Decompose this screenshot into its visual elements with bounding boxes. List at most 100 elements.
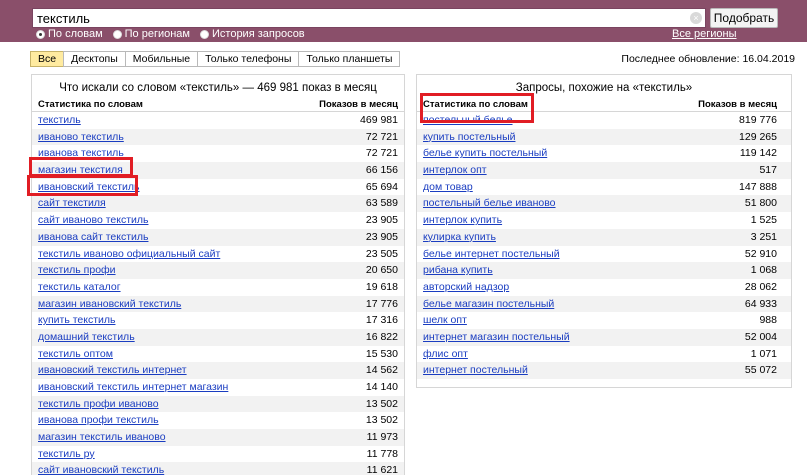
phrase-link[interactable]: флис опт	[423, 346, 468, 363]
last-update: Последнее обновление: 16.04.2019	[621, 53, 795, 65]
phrase-link[interactable]: белье магазин постельный	[423, 296, 554, 313]
phrase-link[interactable]: ивановский текстиль интернет магазин	[38, 379, 228, 396]
phrase-link[interactable]: домашний текстиль	[38, 329, 135, 346]
shows-count: 147 888	[739, 180, 777, 193]
phrase-link[interactable]: иваново текстиль	[38, 129, 124, 146]
search-input[interactable]	[37, 10, 677, 27]
phrase-link[interactable]: текстиль каталог	[38, 279, 121, 296]
table-row: текстиль ру 11 778	[32, 446, 404, 463]
table-row: текстиль профи иваново 13 502	[32, 395, 404, 413]
tab-phones-only[interactable]: Только телефоны	[197, 51, 300, 67]
phrase-link[interactable]: белье купить постельный	[423, 145, 547, 162]
tab-desktops[interactable]: Десктопы	[63, 51, 126, 67]
shows-count: 28 062	[744, 280, 777, 293]
shows-count: 64 933	[744, 297, 777, 310]
shows-count: 819 776	[739, 114, 777, 126]
table-row: иванова сайт текстиль 23 905	[32, 228, 404, 246]
phrase-link[interactable]: текстиль ру	[38, 446, 95, 463]
table-row: иваново текстиль 72 721	[32, 128, 404, 146]
table-row: авторский надзор 28 062	[417, 279, 791, 296]
table-row: домашний текстиль 16 822	[32, 328, 404, 346]
phrase-link[interactable]: интерлок купить	[423, 212, 502, 229]
shows-count: 1 525	[750, 214, 777, 227]
phrase-link[interactable]: иванова сайт текстиль	[38, 229, 148, 246]
all-regions-link[interactable]: Все регионы	[672, 28, 737, 40]
col-words: Статистика по словам	[38, 99, 143, 110]
table-row: текстиль профи 20 650	[32, 262, 404, 279]
phrase-link[interactable]: шелк опт	[423, 312, 467, 329]
shows-count: 11 973	[366, 431, 398, 444]
phrase-link[interactable]: интернет магазин постельный	[423, 329, 570, 346]
tab-mobile[interactable]: Мобильные	[124, 51, 199, 67]
phrase-link[interactable]: постельный белье иваново	[423, 195, 556, 212]
clear-icon[interactable]: ×	[690, 12, 702, 24]
table-row: рибана купить 1 068	[417, 262, 791, 279]
phrase-link[interactable]: авторский надзор	[423, 279, 509, 296]
table-row: сайт текстиля 63 589	[32, 195, 404, 213]
tab-all[interactable]: Все	[30, 51, 65, 67]
search-mode-group: По словам По регионам История запросов	[36, 28, 305, 40]
phrase-link[interactable]: интерлок опт	[423, 162, 487, 179]
table-row: белье магазин постельный 64 933	[417, 295, 791, 313]
table-row: интернет магазин постельный 52 004	[417, 328, 791, 346]
shows-count: 20 650	[365, 264, 398, 277]
mode-history[interactable]: История запросов	[200, 28, 305, 40]
shows-count: 19 618	[365, 280, 398, 293]
shows-count: 13 502	[365, 397, 398, 410]
annotation-box	[27, 175, 138, 196]
table-row: текстиль каталог 19 618	[32, 279, 404, 296]
annotation-box	[420, 93, 534, 123]
phrase-link[interactable]: дом товар	[423, 179, 473, 196]
shows-count: 1 071	[750, 347, 777, 360]
shows-count: 14 562	[365, 364, 398, 377]
radio-icon[interactable]	[200, 29, 209, 39]
phrase-link[interactable]: сайт текстиля	[38, 195, 106, 212]
col-shows: Показов в месяц	[319, 99, 398, 110]
phrase-link[interactable]: купить постельный	[423, 129, 515, 146]
table-row: текстиль 469 981	[32, 112, 404, 129]
col-shows: Показов в месяц	[698, 99, 777, 110]
table-row: белье интернет постельный 52 910	[417, 246, 791, 263]
phrase-link[interactable]: кулирка купить	[423, 229, 496, 246]
annotation-box	[29, 157, 133, 177]
shows-count: 55 072	[744, 364, 777, 377]
radio-icon[interactable]	[36, 29, 45, 39]
mode-by-regions[interactable]: По регионам	[112, 28, 190, 40]
phrase-link[interactable]: сайт ивановский текстиль	[38, 462, 164, 475]
similar-list: постельный белье 819 776 купить постельный…	[417, 112, 791, 379]
phrase-link[interactable]: магазин текстиль иваново	[38, 429, 166, 446]
table-row: сайт ивановский текстиль 11 621	[32, 462, 404, 475]
phrase-link[interactable]: белье интернет постельный	[423, 246, 560, 263]
phrase-link[interactable]: текстиль	[38, 112, 81, 129]
phrase-link[interactable]: текстиль оптом	[38, 346, 113, 363]
table-row: ивановский текстиль интернет 14 562	[32, 362, 404, 379]
table-row: купить текстиль 17 316	[32, 312, 404, 329]
phrase-link[interactable]: сайт иваново текстиль	[38, 212, 148, 229]
phrase-link[interactable]: текстиль профи	[38, 262, 116, 279]
phrase-link[interactable]: интернет постельный	[423, 362, 528, 379]
table-row: текстиль иваново официальный сайт 23 505	[32, 246, 404, 263]
shows-count: 23 905	[365, 230, 398, 243]
phrase-link[interactable]: ивановский текстиль интернет	[38, 362, 187, 379]
phrase-link[interactable]: магазин ивановский текстиль	[38, 296, 181, 313]
words-panel: Что искали со словом «текстиль» — 469 98…	[31, 74, 405, 475]
shows-count: 23 505	[365, 247, 398, 260]
phrase-link[interactable]: иванова профи текстиль	[38, 412, 159, 429]
shows-count: 11 621	[366, 464, 398, 475]
table-row: интернет постельный 55 072	[417, 362, 791, 379]
radio-icon[interactable]	[112, 29, 122, 39]
shows-count: 3 251	[750, 230, 777, 243]
shows-count: 11 778	[366, 447, 398, 460]
table-row: купить постельный 129 265	[417, 128, 791, 146]
phrase-link[interactable]: текстиль иваново официальный сайт	[38, 246, 220, 263]
shows-count: 17 776	[365, 297, 398, 310]
tab-tablets-only[interactable]: Только планшеты	[298, 51, 401, 67]
mode-by-words[interactable]: По словам	[36, 28, 103, 40]
submit-button[interactable]: Подобрать	[710, 8, 778, 28]
phrase-link[interactable]: текстиль профи иваново	[38, 396, 159, 413]
phrase-link[interactable]: купить текстиль	[38, 312, 115, 329]
search-box[interactable]: ×	[32, 8, 706, 28]
table-row: магазин ивановский текстиль 17 776	[32, 295, 404, 313]
device-tabs: Все Десктопы Мобильные Только телефоны Т…	[30, 51, 401, 67]
phrase-link[interactable]: рибана купить	[423, 262, 493, 279]
